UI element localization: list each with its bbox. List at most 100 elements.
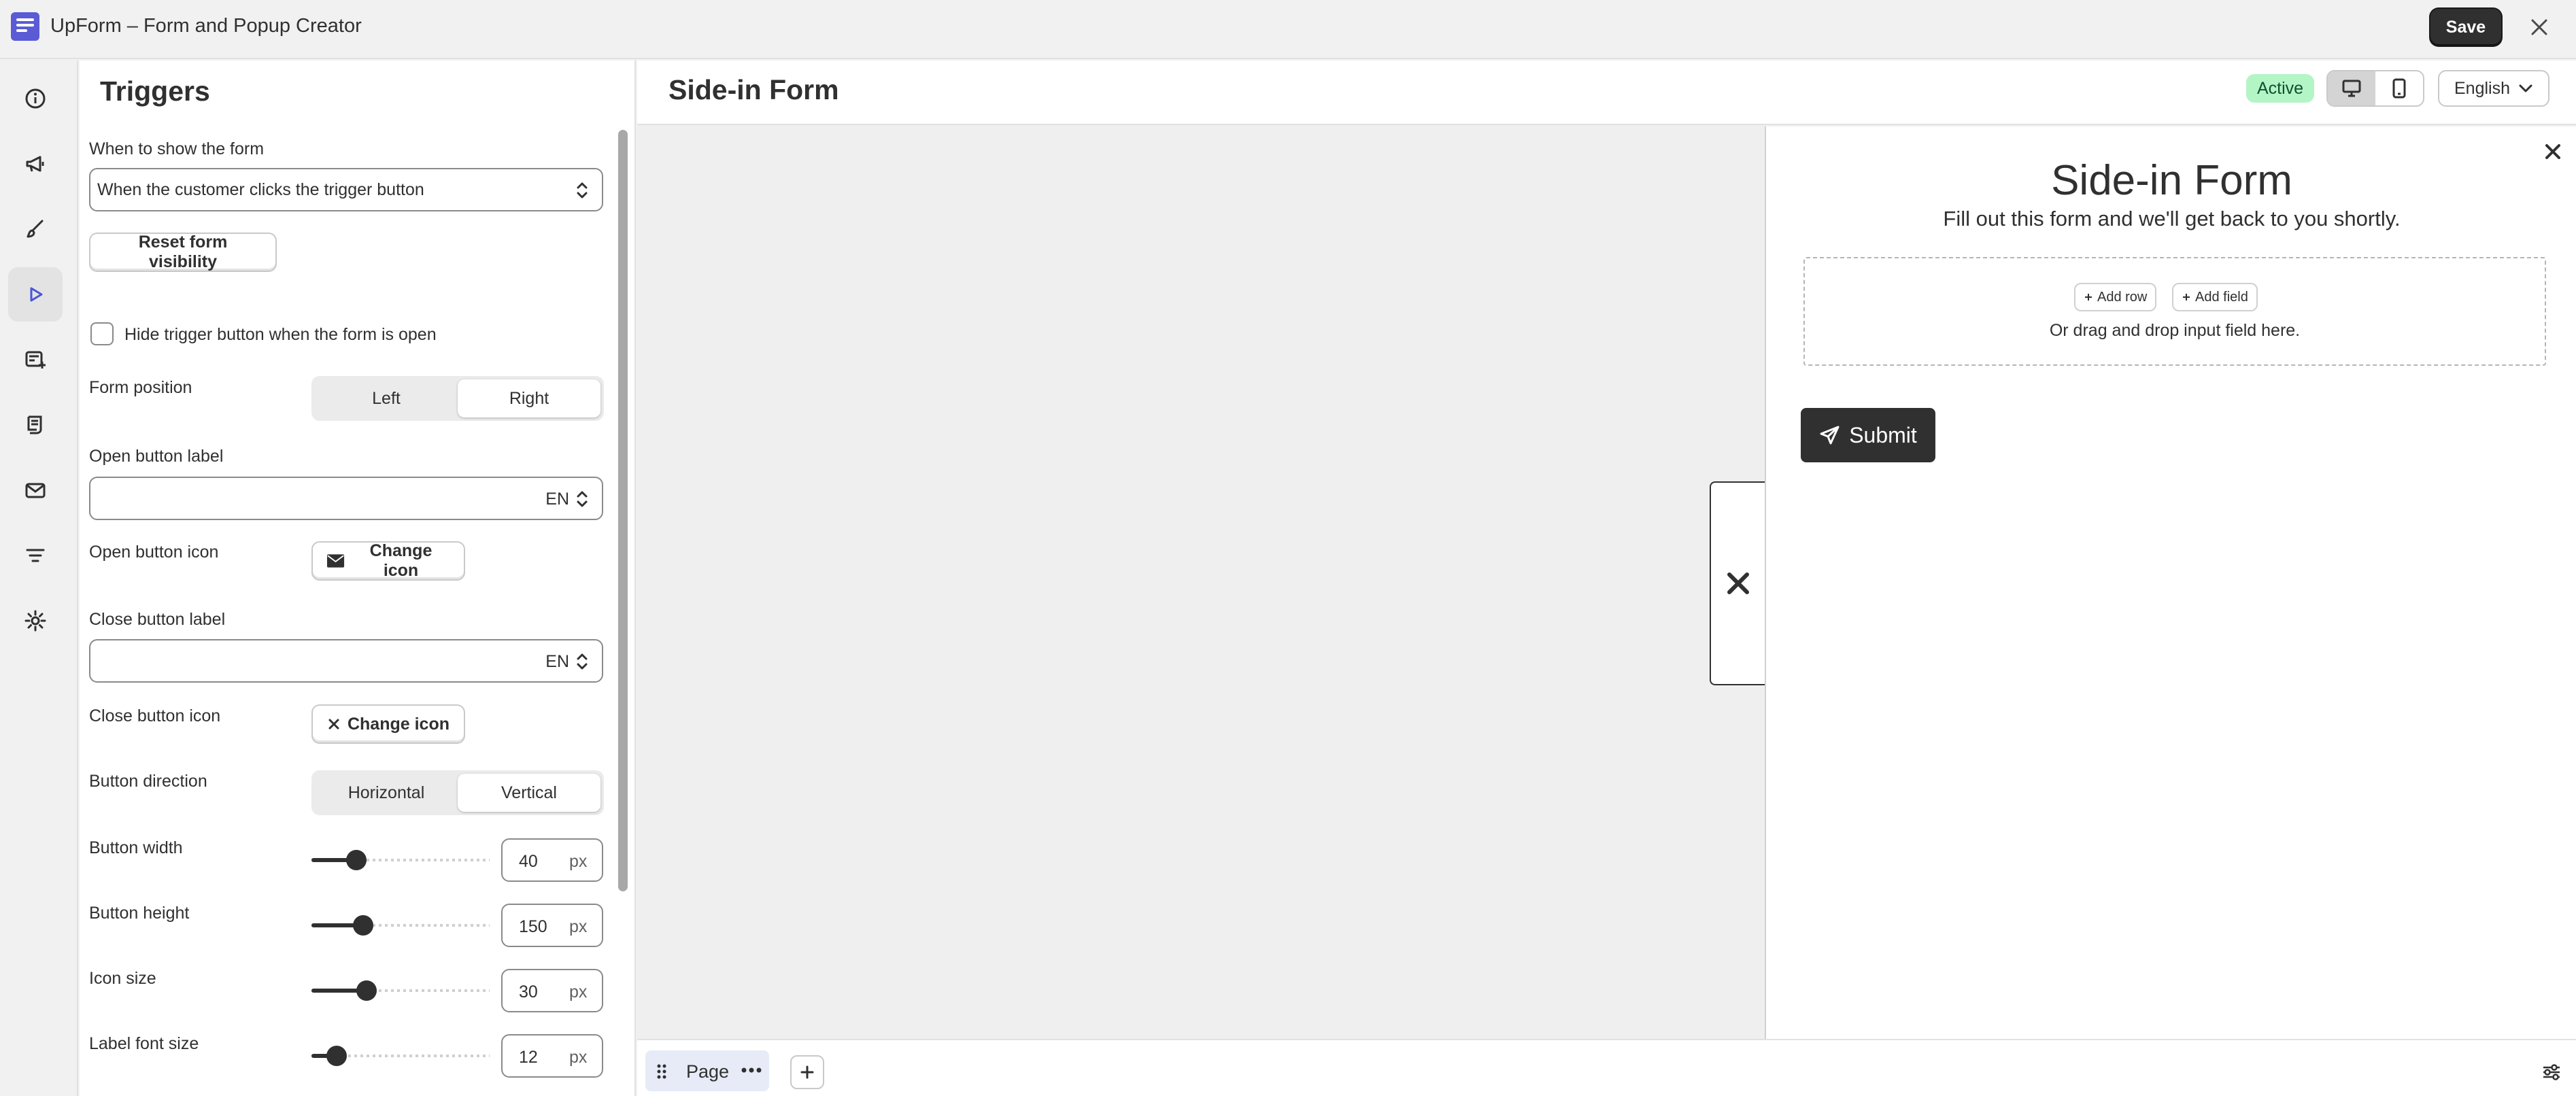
rail-megaphone-icon[interactable] — [8, 137, 63, 191]
panel-scrollbar[interactable] — [618, 130, 628, 891]
hide-trigger-checkbox[interactable] — [90, 322, 114, 345]
button-height-value: 150 — [519, 917, 547, 936]
rail-info-icon[interactable] — [8, 71, 63, 126]
send-icon — [1820, 426, 1840, 445]
app-logo-icon — [11, 12, 39, 41]
form-position-segmented: Left Right — [311, 376, 604, 421]
rail-form-plus-icon[interactable] — [8, 332, 63, 387]
button-width-value: 40 — [519, 852, 538, 871]
label-font-size-unit: px — [569, 1048, 588, 1067]
submit-label: Submit — [1849, 422, 1917, 447]
page-tab[interactable]: Page — [645, 1050, 769, 1091]
label-font-size-label: Label font size — [89, 1034, 199, 1053]
rail-receipt-icon[interactable] — [8, 398, 63, 452]
preview-settings-icon[interactable] — [2536, 1057, 2567, 1088]
open-button-label-input[interactable]: EN — [89, 477, 603, 520]
label-font-size-value: 12 — [519, 1048, 538, 1067]
slider-thumb[interactable] — [326, 1046, 347, 1066]
when-to-show-label: When to show the form — [89, 139, 265, 158]
select-chevron-icon — [577, 182, 588, 199]
close-button-label-input[interactable]: EN — [89, 639, 603, 683]
title-bar: UpForm – Form and Popup Creator Save — [0, 0, 2576, 59]
mobile-icon — [2392, 78, 2406, 99]
button-height-slider[interactable] — [311, 915, 490, 936]
open-change-icon-button[interactable]: Change icon — [311, 541, 465, 581]
envelope-icon — [326, 554, 345, 568]
add-field-button[interactable]: Add field — [2172, 283, 2258, 311]
app-title: UpForm – Form and Popup Creator — [50, 15, 362, 37]
open-change-icon-label: Change icon — [369, 541, 433, 580]
position-left-option[interactable]: Left — [315, 379, 458, 417]
slider-thumb[interactable] — [353, 915, 373, 936]
icon-size-label: Icon size — [89, 969, 156, 988]
drop-hint: Or drag and drop input field here. — [2049, 321, 2301, 340]
field-dropzone[interactable]: Add row Add field Or drag and drop input… — [1803, 257, 2546, 366]
open-label-lang: EN — [545, 490, 569, 509]
form-subtitle: Fill out this form and we'll get back to… — [1943, 207, 2401, 230]
save-button[interactable]: Save — [2430, 9, 2501, 46]
direction-vertical-option[interactable]: Vertical — [458, 774, 600, 812]
triggers-panel: Triggers When to show the form When the … — [80, 61, 636, 1096]
label-font-size-slider[interactable] — [311, 1046, 490, 1066]
add-page-button[interactable] — [790, 1055, 824, 1089]
button-height-label: Button height — [89, 904, 190, 923]
page-tab-label: Page — [686, 1061, 730, 1082]
drag-handle-icon[interactable] — [655, 1063, 668, 1080]
rail-brush-icon[interactable] — [8, 202, 63, 256]
status-badge: Active — [2246, 74, 2315, 103]
desktop-icon — [2342, 80, 2361, 97]
button-direction-label: Button direction — [89, 772, 207, 791]
open-button-label-label: Open button label — [89, 447, 224, 466]
side-in-form: Side-in Form Fill out this form and we'l… — [1765, 126, 2576, 1039]
side-rail — [0, 61, 78, 1096]
close-change-icon-button[interactable]: Change icon — [311, 704, 465, 744]
pages-bar: Page — [637, 1039, 2576, 1096]
device-toggle — [2326, 70, 2424, 107]
button-height-input[interactable]: 150 px — [501, 904, 603, 947]
rail-mail-icon[interactable] — [8, 463, 63, 517]
chevron-down-icon — [2519, 84, 2532, 92]
mobile-view-button[interactable] — [2375, 71, 2423, 105]
rail-play-icon[interactable] — [8, 267, 63, 322]
trigger-close-tab[interactable] — [1710, 481, 1765, 685]
plus-icon — [2085, 294, 2092, 301]
lang-chevron-icon[interactable] — [572, 487, 592, 511]
icon-size-slider[interactable] — [311, 980, 490, 1001]
more-icon[interactable] — [741, 1067, 762, 1074]
plus-icon — [2183, 294, 2190, 301]
add-row-button[interactable]: Add row — [2074, 283, 2157, 311]
preview-canvas: Side-in Form Fill out this form and we'l… — [637, 126, 2576, 1039]
button-width-slider[interactable] — [311, 850, 490, 870]
icon-size-value: 30 — [519, 982, 538, 1001]
slider-thumb[interactable] — [356, 980, 377, 1001]
icon-size-unit: px — [569, 982, 588, 1001]
button-width-input[interactable]: 40 px — [501, 838, 603, 882]
position-right-option[interactable]: Right — [458, 379, 600, 417]
language-select[interactable]: English — [2438, 70, 2549, 107]
direction-horizontal-option[interactable]: Horizontal — [315, 774, 458, 812]
when-to-show-value: When the customer clicks the trigger but… — [97, 179, 424, 199]
desktop-view-button[interactable] — [2328, 71, 2375, 105]
rail-gear-icon[interactable] — [8, 594, 63, 648]
close-window-icon[interactable] — [2526, 14, 2553, 41]
button-width-unit: px — [569, 852, 588, 871]
rail-filter-icon[interactable] — [8, 528, 63, 583]
open-button-icon-label: Open button icon — [89, 543, 219, 562]
close-icon — [1727, 572, 1749, 594]
form-name-title: Side-in Form — [668, 74, 839, 105]
language-value: English — [2454, 78, 2510, 98]
add-field-label: Add field — [2195, 289, 2248, 305]
reset-visibility-button[interactable]: Reset form visibility — [89, 233, 277, 272]
close-button-icon-label: Close button icon — [89, 706, 221, 725]
icon-size-input[interactable]: 30 px — [501, 969, 603, 1012]
submit-button[interactable]: Submit — [1801, 408, 1935, 462]
slider-thumb[interactable] — [346, 850, 367, 870]
lang-chevron-icon[interactable] — [572, 650, 592, 673]
plus-icon — [800, 1065, 814, 1079]
preview-header: Side-in Form Active English — [637, 61, 2576, 125]
when-to-show-select[interactable]: When the customer clicks the trigger but… — [89, 168, 603, 211]
button-height-unit: px — [569, 917, 588, 936]
close-label-lang: EN — [545, 652, 569, 671]
label-font-size-input[interactable]: 12 px — [501, 1034, 603, 1078]
panel-title: Triggers — [100, 75, 210, 107]
